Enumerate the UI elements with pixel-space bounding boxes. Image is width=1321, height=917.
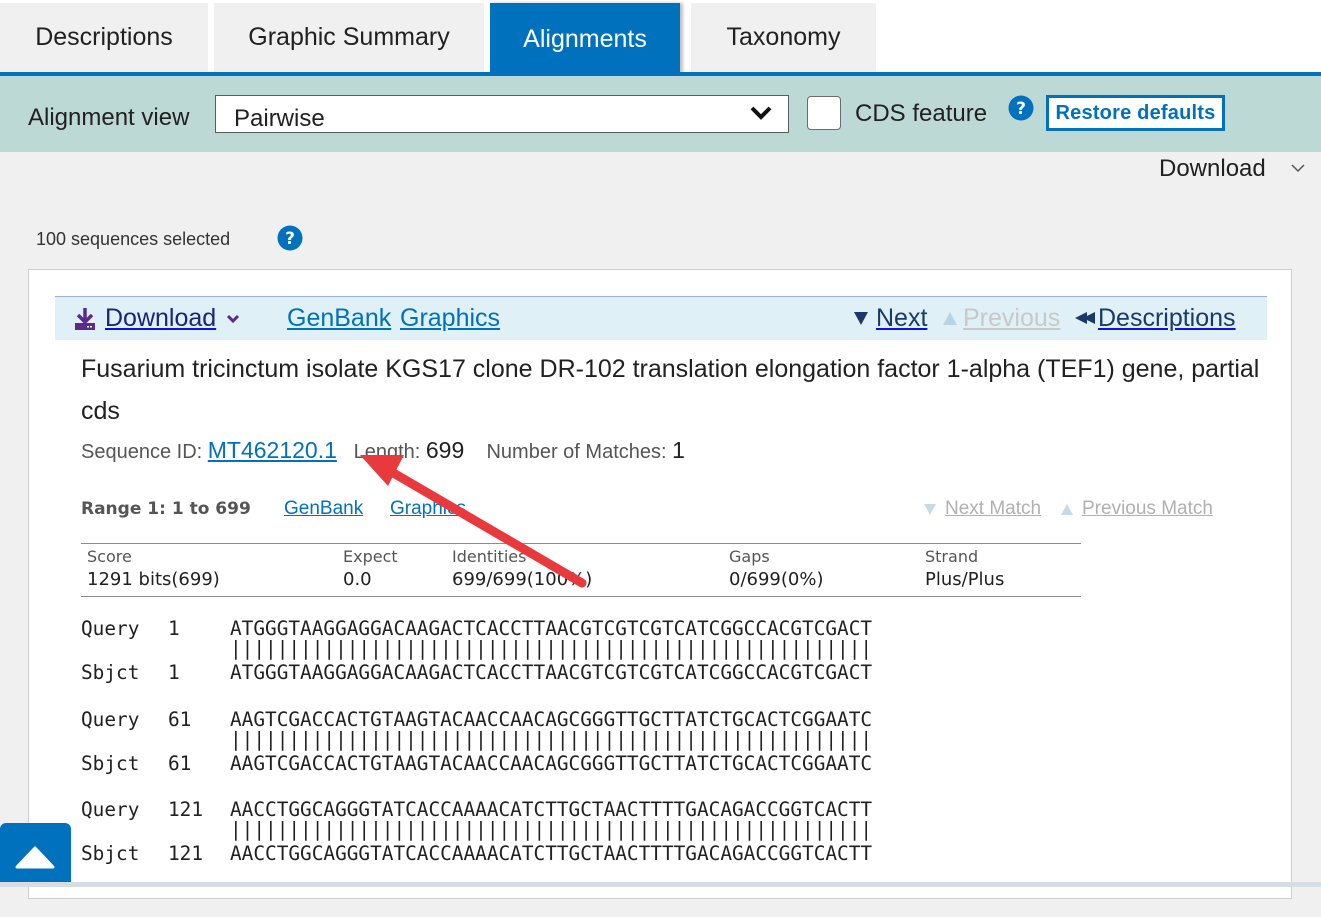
next-match-link: Next Match bbox=[945, 498, 1042, 519]
caret-up-icon bbox=[15, 846, 55, 869]
range-graphics-link[interactable]: Graphics bbox=[390, 498, 466, 520]
match-line: ||||||||||||||||||||||||||||||||||||||||… bbox=[230, 728, 873, 751]
match-line: ||||||||||||||||||||||||||||||||||||||||… bbox=[230, 818, 873, 841]
sequence-id-link[interactable]: MT462120.1 bbox=[208, 437, 337, 463]
row-sequence: AACCTGGCAGGGTATCACCAAAACATCTTGCTAACTTTTG… bbox=[230, 842, 873, 865]
previous-match-link: Previous Match bbox=[1082, 498, 1213, 519]
tab-descriptions[interactable]: Descriptions bbox=[0, 3, 208, 72]
chevron-down-icon bbox=[750, 106, 772, 120]
row-label: Sbjct bbox=[81, 752, 140, 775]
hit-meta: Sequence ID: MT462120.1 Length: 699 Numb… bbox=[81, 437, 685, 464]
stat-header: Expect bbox=[343, 547, 398, 566]
hit-genbank-link[interactable]: GenBank bbox=[287, 304, 391, 333]
stat-value: Plus/Plus bbox=[925, 569, 1005, 590]
row-label: Query bbox=[81, 708, 140, 731]
match-line: ||||||||||||||||||||||||||||||||||||||||… bbox=[230, 637, 873, 660]
matches-value: 1 bbox=[672, 437, 685, 463]
row-start: 61 bbox=[168, 708, 192, 731]
stat-header: Gaps bbox=[729, 547, 770, 566]
stat-identities: Identities 699/699(100%) bbox=[452, 547, 592, 590]
stat-header: Identities bbox=[452, 547, 527, 566]
row-label: Query bbox=[81, 798, 140, 821]
tab-taxonomy[interactable]: Taxonomy bbox=[691, 3, 876, 72]
alignment-view-select[interactable]: Pairwise bbox=[215, 95, 789, 133]
pairwise-alignment: Query 1 ATGGGTAAGGAGGACAAGACTCACCTTAACGTCG… bbox=[81, 617, 911, 917]
length-value: 699 bbox=[425, 437, 465, 463]
bottom-strip bbox=[0, 882, 1321, 887]
row-label: Sbjct bbox=[81, 842, 140, 865]
alignment-hit-card: Download GenBank Graphics Next Previous … bbox=[28, 269, 1292, 899]
stat-gaps: Gaps 0/699(0%) bbox=[729, 547, 823, 590]
alignment-block: Query 121 AACCTGGCAGGGTATCACCAAAACATCTTGCT… bbox=[81, 798, 911, 878]
range-genbank-link[interactable]: GenBank bbox=[284, 498, 363, 520]
stat-header: Strand bbox=[925, 547, 979, 566]
stat-score: Score 1291 bits(699) bbox=[87, 547, 220, 590]
cds-feature-label: CDS feature bbox=[855, 100, 988, 127]
svg-text:?: ? bbox=[285, 229, 295, 249]
help-icon[interactable]: ? bbox=[1008, 95, 1034, 121]
length-label: Length: bbox=[353, 441, 421, 463]
row-sequence: ATGGGTAAGGAGGACAAGACTCACCTTAACGTCGTCGTCA… bbox=[230, 661, 873, 684]
alignment-options-bar: Alignment view Pairwise CDS feature ? Re… bbox=[0, 76, 1321, 152]
cds-feature-checkbox[interactable] bbox=[807, 96, 841, 130]
row-label: Sbjct bbox=[81, 661, 140, 684]
hit-title: Fusarium tricinctum isolate KGS17 clone … bbox=[81, 355, 1260, 425]
chevron-down-icon bbox=[1291, 164, 1305, 173]
triangle-up-icon bbox=[943, 312, 957, 325]
stat-value: 1291 bits(699) bbox=[87, 569, 220, 590]
triangle-down-icon bbox=[924, 504, 936, 515]
row-start: 61 bbox=[168, 752, 192, 775]
row-start: 1 bbox=[168, 617, 180, 640]
hit-download-link[interactable]: Download bbox=[105, 304, 216, 333]
row-start: 121 bbox=[168, 842, 204, 865]
row-label: Query bbox=[81, 617, 140, 640]
restore-defaults-button[interactable]: Restore defaults bbox=[1046, 95, 1225, 131]
matches-label: Number of Matches: bbox=[486, 441, 667, 463]
results-tabbar: Descriptions Graphic Summary Alignments … bbox=[0, 0, 1321, 76]
tab-graphic-summary[interactable]: Graphic Summary bbox=[214, 3, 484, 72]
download-label: Download bbox=[1159, 155, 1266, 182]
range-label: Range 1: 1 to 699 bbox=[81, 499, 251, 519]
stat-strand: Strand Plus/Plus bbox=[925, 547, 1004, 590]
triangle-up-icon bbox=[1061, 504, 1073, 515]
sequence-id-label: Sequence ID: bbox=[81, 441, 203, 463]
alignment-block: Query 1 ATGGGTAAGGAGGACAAGACTCACCTTAACGTCG… bbox=[81, 617, 911, 697]
stat-value: 0/699(0%) bbox=[729, 569, 824, 590]
alignment-view-value: Pairwise bbox=[234, 105, 325, 132]
download-menu-button[interactable]: Download bbox=[1159, 155, 1305, 183]
hit-toolbar: Download GenBank Graphics Next Previous … bbox=[55, 296, 1267, 340]
row-start: 1 bbox=[168, 661, 180, 684]
row-sequence: AAGTCGACCACTGTAAGTACAACCAACAGCGGGTTGCTTA… bbox=[230, 752, 873, 775]
sequences-selected-count: 100 sequences selected bbox=[36, 229, 231, 249]
svg-text:?: ? bbox=[1016, 99, 1026, 119]
back-to-top-button[interactable] bbox=[0, 823, 71, 887]
double-triangle-left-icon bbox=[1075, 312, 1095, 324]
stat-value: 699/699(100%) bbox=[452, 569, 593, 590]
triangle-down-icon bbox=[854, 312, 868, 325]
descriptions-link[interactable]: Descriptions bbox=[1098, 304, 1236, 333]
help-icon[interactable]: ? bbox=[277, 225, 303, 251]
alignment-block: Query 61 AAGTCGACCACTGTAAGTACAACCAACAGCGGG… bbox=[81, 708, 911, 788]
row-start: 121 bbox=[168, 798, 204, 821]
hit-graphics-link[interactable]: Graphics bbox=[400, 304, 500, 333]
previous-hit-link: Previous bbox=[963, 304, 1061, 332]
stat-expect: Expect 0.0 bbox=[343, 547, 398, 590]
alignment-view-label: Alignment view bbox=[28, 104, 190, 131]
download-icon bbox=[75, 308, 95, 330]
chevron-down-icon[interactable] bbox=[226, 314, 240, 324]
stat-header: Score bbox=[87, 547, 132, 566]
next-hit-link[interactable]: Next bbox=[876, 304, 927, 333]
alignment-stats-table: Score 1291 bits(699) Expect 0.0 Identities… bbox=[81, 543, 1081, 597]
tab-alignments[interactable]: Alignments bbox=[490, 3, 680, 75]
stat-value: 0.0 bbox=[343, 569, 372, 590]
